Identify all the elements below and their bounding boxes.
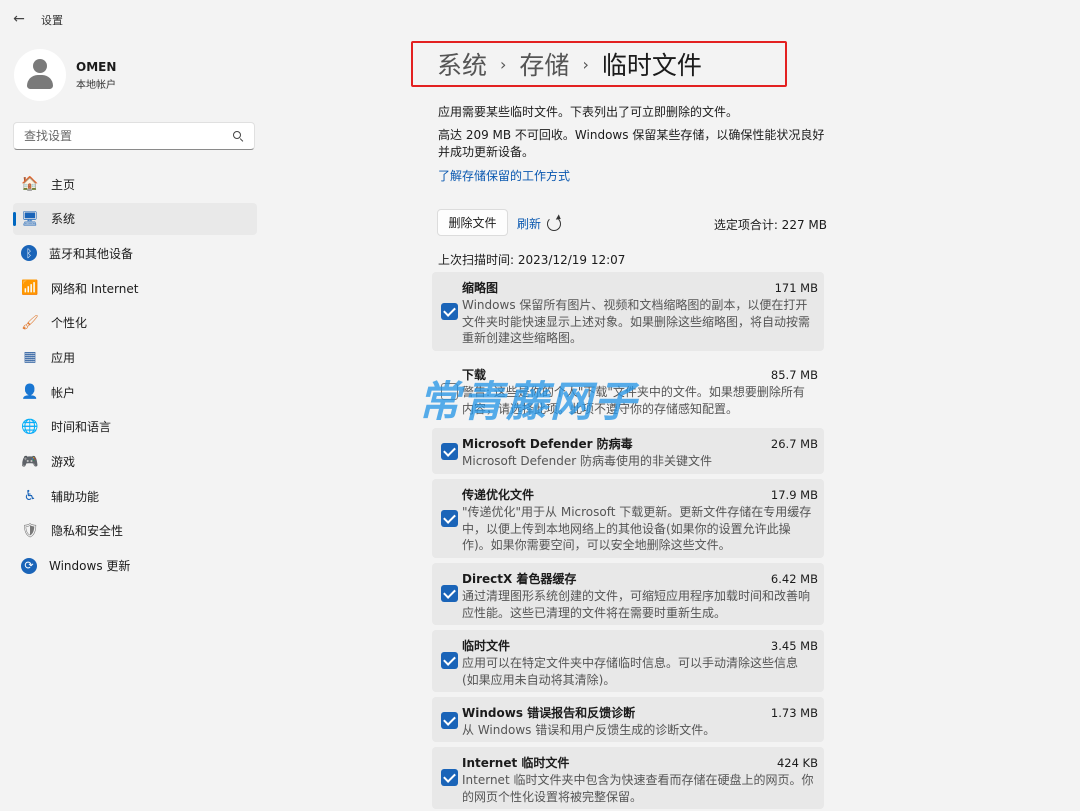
sidebar-item-label: 蓝牙和其他设备 <box>49 246 134 261</box>
watermark-text: 常青藤网子 <box>418 377 639 426</box>
delete-files-button[interactable]: 删除文件 <box>437 209 508 236</box>
sidebar-item-label: Windows 更新 <box>49 559 131 574</box>
sidebar-item-accounts[interactable]: 👤 帐户 <box>13 376 257 408</box>
item-size: 26.7 MB <box>770 437 818 451</box>
sidebar-item-gaming[interactable]: 🎮 游戏 <box>13 446 257 478</box>
list-item[interactable]: Windows 错误报告和反馈诊断 1.73 MB 从 Windows 错误和用… <box>432 697 824 742</box>
profile-account-type: 本地帐户 <box>76 79 116 91</box>
item-title: Internet 临时文件 <box>462 756 570 770</box>
back-arrow-icon[interactable]: ← <box>8 8 30 30</box>
update-icon: ⟳ <box>21 557 37 574</box>
item-title: DirectX 着色器缓存 <box>462 572 577 586</box>
user-silhouette-icon <box>33 59 47 73</box>
checkbox[interactable] <box>441 712 458 729</box>
item-description: 应用可以在特定文件夹中存储临时信息。可以手动清除这些信息(如果应用未自动将其清除… <box>462 656 799 687</box>
account-icon: 👤 <box>21 384 39 401</box>
home-icon: 🏠 <box>21 176 39 192</box>
item-title: Microsoft Defender 防病毒 <box>462 437 633 451</box>
checkbox[interactable] <box>441 585 458 602</box>
item-title: 传递优化文件 <box>462 488 535 502</box>
brush-icon: 🖌 <box>21 314 39 331</box>
user-profile[interactable]: OMEN 本地帐户 <box>14 48 116 102</box>
sidebar-item-privacy[interactable]: 🛡 隐私和安全性 <box>13 515 257 547</box>
sidebar-item-network[interactable]: 📶 网络和 Internet <box>13 272 257 304</box>
avatar <box>14 49 66 101</box>
temp-file-list: 缩略图 171 MB Windows 保留所有图片、视频和文档缩略图的副本，以便… <box>432 272 824 811</box>
sidebar-item-label: 网络和 Internet <box>51 281 139 296</box>
refresh-label: 刷新 <box>517 217 542 231</box>
list-item[interactable]: Internet 临时文件 424 KB Internet 临时文件夹中包含为快… <box>432 747 824 809</box>
item-size: 3.45 MB <box>770 639 818 653</box>
sidebar-item-label: 时间和语言 <box>51 420 112 435</box>
learn-storage-reserve-link[interactable]: 了解存储保留的工作方式 <box>438 167 570 184</box>
item-description: 通过清理图形系统创建的文件，可缩短应用程序加载时间和改善响应性能。这些已清理的文… <box>462 589 811 620</box>
app-title: 设置 <box>41 14 63 27</box>
sidebar-item-label: 个性化 <box>51 316 88 331</box>
sidebar-item-label: 辅助功能 <box>51 489 100 504</box>
refresh-icon <box>547 216 562 231</box>
gamepad-icon: 🎮 <box>21 453 39 470</box>
sidebar-item-accessibility[interactable]: ♿ 辅助功能 <box>13 480 257 512</box>
reserved-storage-note: 高达 209 MB 不可回收。Windows 保留某些存储，以确保性能状况良好并… <box>438 128 825 159</box>
system-icon: 🖥 <box>21 210 39 227</box>
sidebar-item-bluetooth[interactable]: ᛒ 蓝牙和其他设备 <box>13 237 257 269</box>
sidebar-item-personalization[interactable]: 🖌 个性化 <box>13 307 257 339</box>
sidebar-nav: 🏠 主页 🖥 系统 ᛒ 蓝牙和其他设备 📶 网络和 Internet 🖌 个性化… <box>13 168 257 584</box>
item-size: 171 MB <box>774 281 818 295</box>
item-description: "传递优化"用于从 Microsoft 下载更新。更新文件存储在专用缓存中，以便… <box>462 505 812 552</box>
apps-icon: ▦ <box>23 349 37 366</box>
search-icon[interactable] <box>232 130 244 142</box>
item-title: 缩略图 <box>462 281 499 295</box>
sidebar-item-label: 主页 <box>51 177 76 192</box>
sidebar-item-apps[interactable]: ▦ 应用 <box>13 341 257 373</box>
sidebar-item-time-language[interactable]: 🌐 时间和语言 <box>13 411 257 443</box>
title-bar: ← 设置 <box>0 0 1080 38</box>
accessibility-icon: ♿ <box>23 488 37 505</box>
sidebar-item-label: 应用 <box>51 350 76 365</box>
item-description: 从 Windows 错误和用户反馈生成的诊断文件。 <box>462 723 716 737</box>
sidebar-item-home[interactable]: 🏠 主页 <box>13 168 257 200</box>
sidebar-item-label: 帐户 <box>51 385 76 400</box>
sidebar-item-system[interactable]: 🖥 系统 <box>13 202 257 235</box>
refresh-button[interactable]: 刷新 <box>517 215 562 232</box>
checkbox[interactable] <box>441 443 458 460</box>
sidebar-item-label: 系统 <box>51 212 76 227</box>
shield-icon: 🛡 <box>21 522 39 539</box>
selected-total: 选定项合计: 227 MB <box>713 218 827 232</box>
last-scan-time: 上次扫描时间: 2023/12/19 12:07 <box>438 253 626 267</box>
checkbox[interactable] <box>441 303 458 320</box>
bluetooth-icon: ᛒ <box>21 245 37 262</box>
checkbox[interactable] <box>441 769 458 786</box>
sidebar-item-label: 隐私和安全性 <box>51 524 124 539</box>
annotation-highlight-box <box>411 41 787 87</box>
globe-clock-icon: 🌐 <box>21 418 39 435</box>
item-title: Windows 错误报告和反馈诊断 <box>462 706 636 720</box>
item-title: 临时文件 <box>462 639 511 653</box>
search-box[interactable] <box>13 122 255 150</box>
checkbox[interactable] <box>441 510 458 527</box>
item-size: 85.7 MB <box>770 368 818 382</box>
item-size: 424 KB <box>776 756 818 770</box>
intro-text: 应用需要某些临时文件。下表列出了可立即删除的文件。 <box>438 105 739 119</box>
item-size: 1.73 MB <box>770 706 818 720</box>
item-description: Windows 保留所有图片、视频和文档缩略图的副本，以便在打开文件夹时能快速显… <box>462 298 811 345</box>
sidebar-item-windows-update[interactable]: ⟳ Windows 更新 <box>13 550 257 582</box>
list-item[interactable]: 缩略图 171 MB Windows 保留所有图片、视频和文档缩略图的副本，以便… <box>432 272 824 351</box>
list-item[interactable]: Microsoft Defender 防病毒 26.7 MB Microsoft… <box>432 428 824 474</box>
checkbox[interactable] <box>441 652 458 669</box>
item-description: Microsoft Defender 防病毒使用的非关键文件 <box>462 454 713 468</box>
sidebar-item-label: 游戏 <box>51 455 76 469</box>
item-size: 6.42 MB <box>770 572 818 586</box>
search-input[interactable] <box>24 129 232 143</box>
list-item[interactable]: 临时文件 3.45 MB 应用可以在特定文件夹中存储临时信息。可以手动清除这些信… <box>432 630 824 692</box>
profile-name: OMEN <box>76 59 117 74</box>
list-item[interactable]: 传递优化文件 17.9 MB "传递优化"用于从 Microsoft 下载更新。… <box>432 479 824 558</box>
item-size: 17.9 MB <box>770 488 818 502</box>
list-item[interactable]: DirectX 着色器缓存 6.42 MB 通过清理图形系统创建的文件，可缩短应… <box>432 563 824 625</box>
item-description: Internet 临时文件夹中包含为快速查看而存储在硬盘上的网页。你的网页个性化… <box>462 773 814 804</box>
wifi-icon: 📶 <box>21 280 39 297</box>
